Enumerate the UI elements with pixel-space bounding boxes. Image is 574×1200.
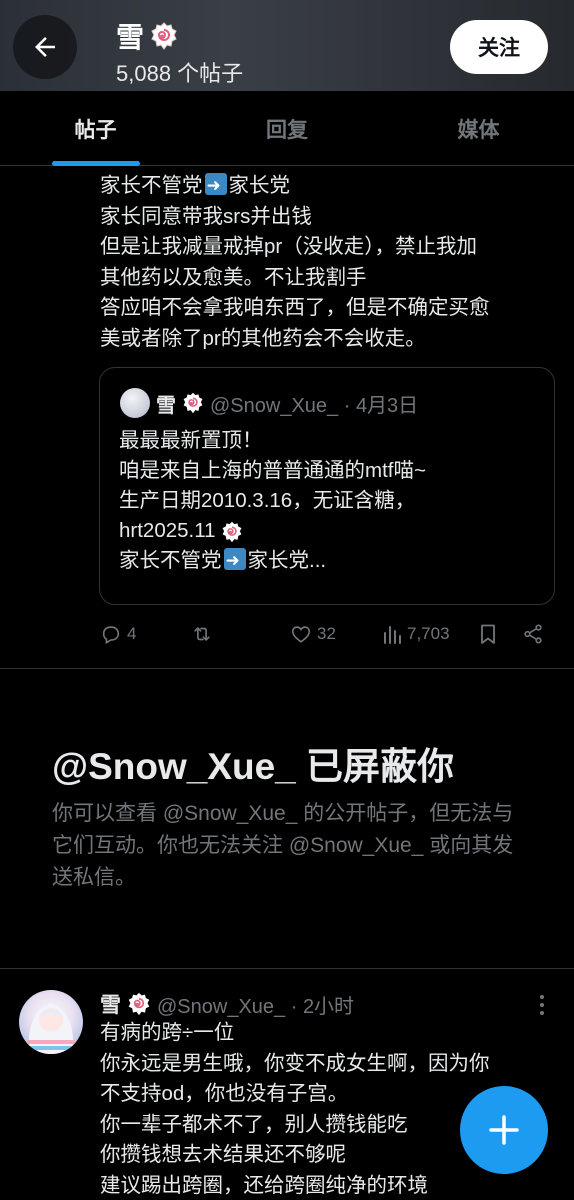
quoted-post-header: 雪 @Snow_Xue_ · 4月3日 [120,388,418,418]
post-line: 答应咱不会拿我咱东西了，但是不确定买愈 [100,296,490,319]
active-tab-indicator [52,161,140,166]
quoted-line: 生产日期2010.3.16，无证含糖， [119,489,416,512]
quoted-line-text: hrt2025.11 [119,519,216,542]
avatar-image [27,1004,75,1054]
post-line: 有病的跨÷一位 [100,1021,235,1044]
view-count: 7,703 [407,624,450,643]
post-line: 其他药以及愈美。不让我割手 [100,265,367,289]
compose-button[interactable] [460,1086,548,1174]
avatar[interactable] [19,990,83,1054]
like-count: 32 [317,624,336,643]
share-button[interactable] [522,618,544,650]
quoted-line-text: 家长党... [247,549,327,572]
blocked-description: 你可以查看 @Snow_Xue_ 的公开帖子，但无法与它们互动。你也无法关注 @… [52,802,514,889]
quoted-post[interactable]: 雪 @Snow_Xue_ · 4月3日 最最最新置顶！ 咱是来自上海的普普通通的… [99,367,555,605]
quoted-line: hrt2025.11 [119,516,539,546]
tab-replies[interactable]: 回复 [191,91,383,166]
quoted-line-text: 家长不管党 [119,549,222,572]
reply-icon [102,626,120,645]
reply-button[interactable]: 4 [100,618,136,650]
like-button[interactable]: 32 [290,618,336,650]
bookmark-button[interactable] [478,618,498,650]
blocked-title: @Snow_Xue_ 已屏蔽你 [52,746,455,787]
quoted-line: 最最最新置顶！ [119,429,263,452]
naruto-emoji-icon [183,392,203,414]
avatar[interactable] [120,388,150,418]
reply-count: 4 [127,624,137,643]
post-text: 家长不管党 家长党 家长同意带我srs并出钱 但是让我减量戒掉pr（没收走），禁止… [100,171,560,354]
post-line: 家长不管党 家长党 [100,171,560,202]
follow-button[interactable]: 关注 [450,20,548,74]
post-meta: @Snow_Xue_ · 2小时 [157,995,355,1018]
views-chart-icon [384,626,401,644]
post-line: 建议踢出跨圈，还给跨圈纯净的环境 [100,1173,428,1197]
right-arrow-emoji-icon [204,171,227,202]
plus-icon [489,1115,519,1145]
profile-tabs: 帖子 回复 媒体 [0,91,574,166]
post-line-text: 家长不管党 [100,174,203,197]
heart-icon [291,626,311,643]
post-header: 雪 @Snow_Xue_ · 2小时 [100,989,354,1019]
post-line: 家长同意带我srs并出钱 [100,204,312,228]
naruto-emoji-icon [222,521,242,542]
back-arrow-icon [35,37,55,57]
quoted-line: 咱是来自上海的普普通通的mtf喵~ [119,459,426,482]
naruto-emoji-icon [128,992,150,1016]
quoted-post-text: 最最最新置顶！ 咱是来自上海的普普通通的mtf喵~ 生产日期2010.3.16，… [119,426,539,576]
divider [0,668,574,669]
author-name[interactable]: 雪 [100,989,121,1019]
post-count: 5,088 个帖子 [116,61,244,86]
repost-icon [194,627,210,641]
post-line-text: 家长党 [228,174,291,197]
post-line: 但是让我减量戒掉pr（没收走），禁止我加 [100,235,477,258]
share-icon [524,624,542,644]
right-arrow-emoji-icon [223,546,246,576]
views-button[interactable]: 7,703 [382,618,450,650]
more-options-icon[interactable] [532,992,552,1018]
repost-button[interactable] [190,618,214,650]
quoted-author-name: 雪 [156,394,176,417]
profile-header: 雪 5,088 个帖子 关注 [0,0,574,91]
post-line: 你永远是男生哦，你变不成女生啊，因为你 [100,1051,490,1075]
tab-posts[interactable]: 帖子 [0,91,191,166]
post-actions: 4 32 7,703 [100,618,550,650]
bookmark-icon [481,624,495,644]
profile-name: 雪 [116,16,178,56]
post-line: 美或者除了pr的其他药会不会收走。 [100,326,426,350]
back-button[interactable] [13,15,77,79]
divider [0,968,574,969]
tab-media[interactable]: 媒体 [383,91,574,166]
naruto-emoji-icon [151,22,177,50]
quoted-line: 家长不管党 家长党... [119,546,539,576]
quoted-post-meta: @Snow_Xue_ · 4月3日 [210,394,419,417]
profile-name-text: 雪 [116,22,145,53]
